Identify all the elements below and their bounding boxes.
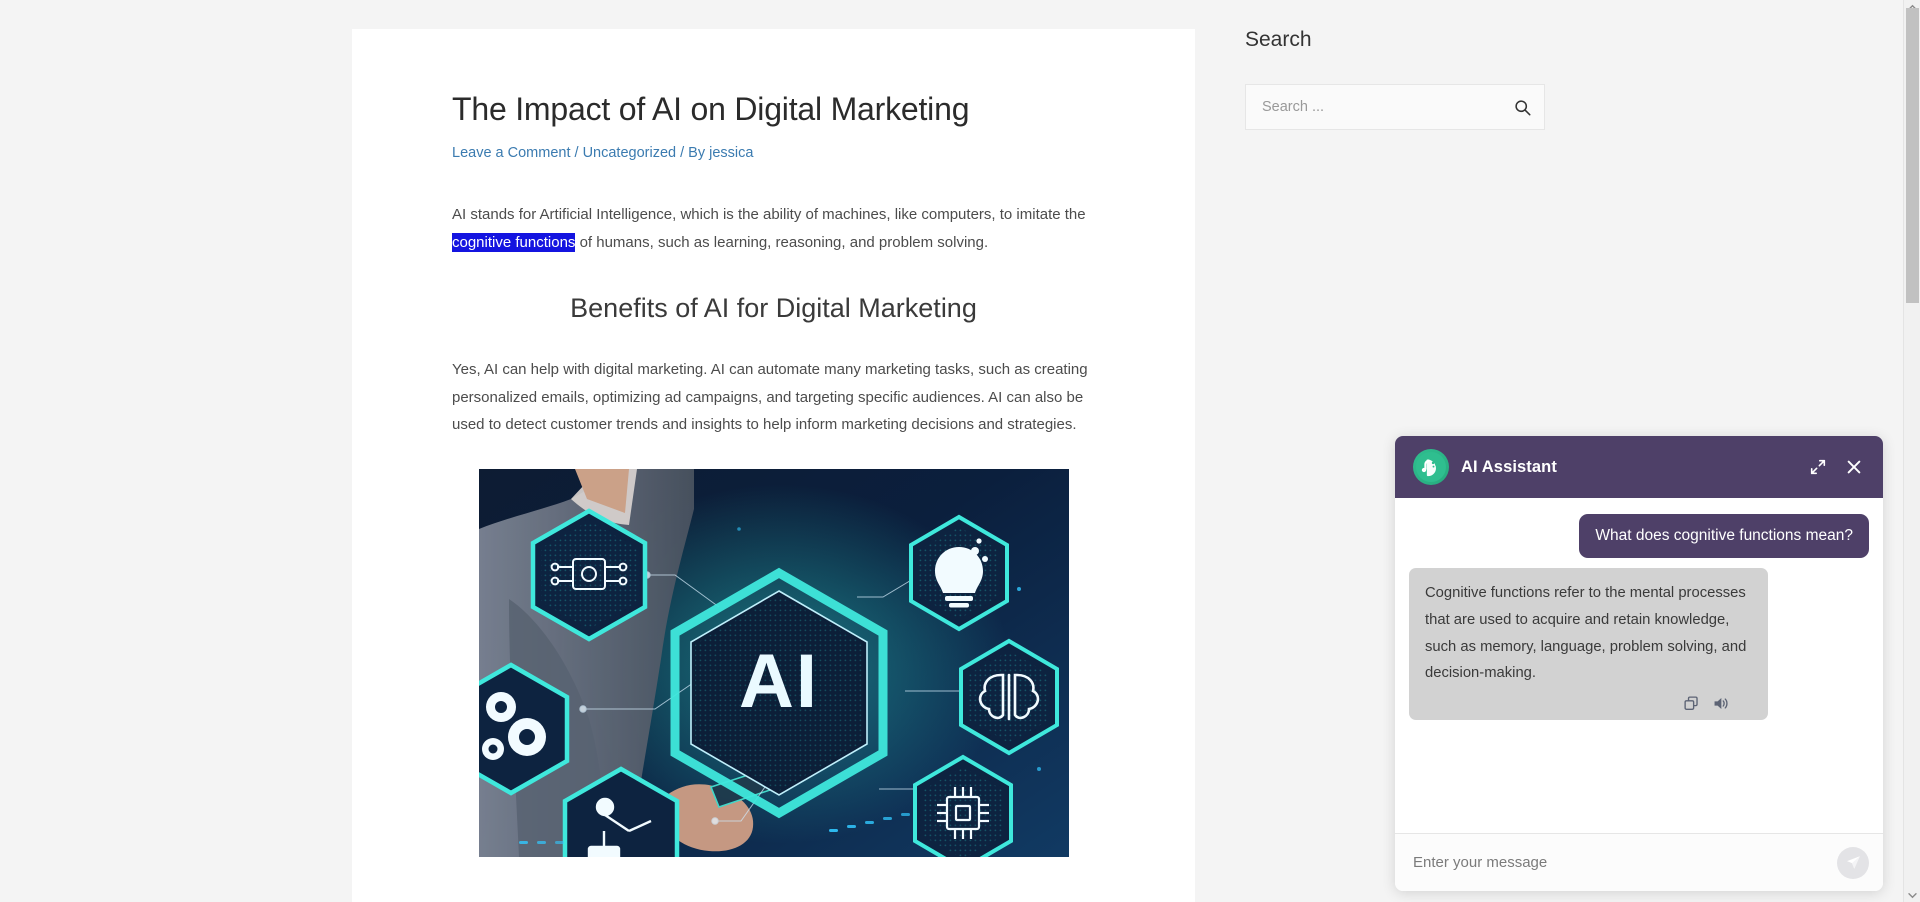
intro-paragraph: AI stands for Artificial Intelligence, w… — [452, 201, 1095, 257]
user-message-bubble: What does cognitive functions mean? — [1579, 514, 1869, 558]
assistant-message-actions — [1425, 694, 1752, 712]
scroll-down-button[interactable] — [1906, 888, 1919, 902]
speaker-icon — [1714, 697, 1728, 709]
sidebar-search-title: Search — [1245, 28, 1312, 51]
svg-text:AI: AI — [739, 639, 819, 724]
chat-title: AI Assistant — [1461, 457, 1557, 476]
assistant-message-bubble: Cognitive functions refer to the mental … — [1409, 567, 1768, 721]
benefits-paragraph: Yes, AI can help with digital marketing.… — [452, 360, 1088, 434]
expand-icon — [1810, 459, 1826, 475]
send-icon — [1846, 856, 1860, 869]
assistant-message-text: Cognitive functions refer to the mental … — [1425, 584, 1747, 682]
heading-benefits: Benefits of AI for Digital Marketing — [570, 292, 977, 323]
ai-assistant-avatar-icon — [1416, 452, 1446, 482]
scrollbar-thumb[interactable] — [1906, 8, 1919, 303]
article-card: The Impact of AI on Digital Marketing Le… — [352, 29, 1195, 902]
leave-comment-link[interactable]: Leave a Comment — [452, 145, 570, 161]
intro-text-before: AI stands for Artificial Intelligence, w… — [452, 206, 1086, 224]
avatar — [1413, 449, 1449, 485]
selected-text-cognitive-functions[interactable]: cognitive functions — [452, 233, 576, 253]
search-icon — [1514, 99, 1530, 115]
page-title: The Impact of AI on Digital Marketing — [452, 91, 970, 127]
page-root: The Impact of AI on Digital Marketing Le… — [0, 0, 1920, 902]
chevron-down-icon — [1908, 892, 1917, 898]
chat-header-actions — [1807, 456, 1865, 478]
copy-icon — [1684, 696, 1699, 710]
ai-illustration-icon: AI — [478, 469, 1069, 858]
expand-button[interactable] — [1807, 456, 1829, 478]
category-link[interactable]: Uncategorized — [583, 145, 677, 161]
meta-separator-1: / — [570, 145, 583, 161]
chat-message-assistant: Cognitive functions refer to the mental … — [1409, 567, 1869, 721]
search-box[interactable] — [1245, 84, 1545, 130]
article-image: AI — [478, 469, 1069, 858]
close-icon — [1847, 460, 1861, 474]
chat-message-input[interactable] — [1413, 854, 1837, 871]
search-input[interactable] — [1246, 85, 1500, 129]
sidebar: Search — [1245, 28, 1555, 130]
chat-message-user: What does cognitive functions mean? — [1409, 514, 1869, 558]
intro-text-after: of humans, such as learning, reasoning, … — [575, 234, 989, 252]
ai-assistant-chat-widget: AI Assistant What does cognitive functio… — [1395, 436, 1883, 891]
author-prefix: By — [688, 145, 706, 161]
chat-message-list[interactable]: What does cognitive functions mean? Cogn… — [1395, 498, 1883, 833]
page-scrollbar[interactable] — [1903, 0, 1920, 902]
article-meta: Leave a Comment / Uncategorized / By jes… — [452, 143, 1095, 163]
search-submit-button[interactable] — [1500, 85, 1544, 129]
speaker-button[interactable] — [1712, 694, 1730, 712]
send-message-button[interactable] — [1837, 846, 1869, 879]
meta-separator-2: / — [676, 145, 689, 161]
copy-button[interactable] — [1683, 694, 1701, 712]
close-button[interactable] — [1843, 456, 1865, 478]
chat-header: AI Assistant — [1395, 436, 1883, 498]
author-link[interactable]: jessica — [709, 145, 753, 161]
chat-input-bar — [1395, 833, 1883, 891]
